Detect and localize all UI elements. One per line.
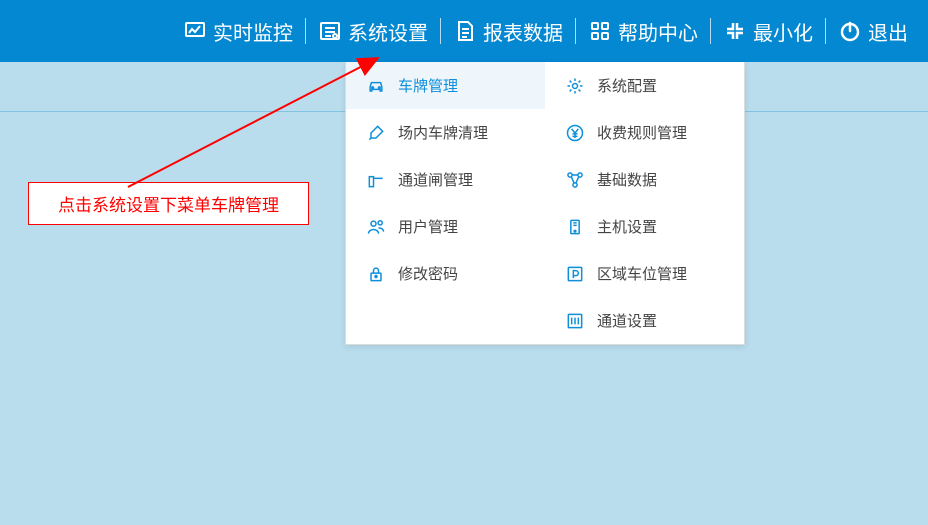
dropdown-column-right: 系统配置 收费规则管理 基础数据 主机设置 区域车位管理 通道设置 xyxy=(545,62,744,344)
nav-help-label: 帮助中心 xyxy=(618,17,698,46)
nav-separator xyxy=(710,18,711,44)
nav-minimize-label: 最小化 xyxy=(753,17,813,46)
annotation-arrow xyxy=(123,52,387,192)
nav-report[interactable]: 报表数据 xyxy=(445,17,571,46)
nav-settings[interactable]: 系统设置 xyxy=(310,17,436,46)
menu-item-label: 主机设置 xyxy=(597,216,657,237)
menu-host-settings[interactable]: 主机设置 xyxy=(545,203,744,250)
yen-icon xyxy=(565,123,585,143)
gear-icon xyxy=(565,76,585,96)
nodes-icon xyxy=(565,170,585,190)
menu-item-label: 车牌管理 xyxy=(398,75,458,96)
nav-minimize[interactable]: 最小化 xyxy=(715,17,821,46)
menu-change-password[interactable]: 修改密码 xyxy=(346,250,545,297)
menu-user-mgmt[interactable]: 用户管理 xyxy=(346,203,545,250)
settings-dropdown: 车牌管理 场内车牌清理 通道闸管理 用户管理 修改密码 系统配置 收费规则管理 xyxy=(345,62,745,345)
menu-item-label: 收费规则管理 xyxy=(597,122,687,143)
monitor-icon xyxy=(183,19,207,43)
nav-separator xyxy=(305,18,306,44)
menu-item-label: 区域车位管理 xyxy=(597,263,687,284)
menu-item-label: 场内车牌清理 xyxy=(398,122,488,143)
lock-icon xyxy=(366,264,386,284)
menu-channel-settings[interactable]: 通道设置 xyxy=(545,297,744,344)
callout-text: 点击系统设置下菜单车牌管理 xyxy=(58,191,279,216)
nav-monitor[interactable]: 实时监控 xyxy=(175,17,301,46)
menu-system-config[interactable]: 系统配置 xyxy=(545,62,744,109)
minimize-icon xyxy=(723,19,747,43)
nav-separator xyxy=(825,18,826,44)
help-grid-icon xyxy=(588,19,612,43)
nav-separator xyxy=(575,18,576,44)
menu-parking-zone[interactable]: 区域车位管理 xyxy=(545,250,744,297)
menu-item-label: 通道闸管理 xyxy=(398,169,473,190)
nav-report-label: 报表数据 xyxy=(483,17,563,46)
report-icon xyxy=(453,19,477,43)
host-icon xyxy=(565,217,585,237)
menu-item-label: 修改密码 xyxy=(398,263,458,284)
power-icon xyxy=(838,19,862,43)
users-icon xyxy=(366,217,386,237)
menu-item-label: 用户管理 xyxy=(398,216,458,237)
nav-exit[interactable]: 退出 xyxy=(830,17,916,46)
nav-separator xyxy=(440,18,441,44)
menu-basic-data[interactable]: 基础数据 xyxy=(545,156,744,203)
channel-icon xyxy=(565,311,585,331)
settings-list-icon xyxy=(318,19,342,43)
nav-settings-label: 系统设置 xyxy=(348,17,428,46)
menu-item-label: 系统配置 xyxy=(597,75,657,96)
menu-item-label: 基础数据 xyxy=(597,169,657,190)
nav-help[interactable]: 帮助中心 xyxy=(580,17,706,46)
menu-item-label: 通道设置 xyxy=(597,310,657,331)
nav-exit-label: 退出 xyxy=(868,17,908,46)
menu-fee-rules[interactable]: 收费规则管理 xyxy=(545,109,744,156)
nav-monitor-label: 实时监控 xyxy=(213,17,293,46)
parking-icon xyxy=(565,264,585,284)
